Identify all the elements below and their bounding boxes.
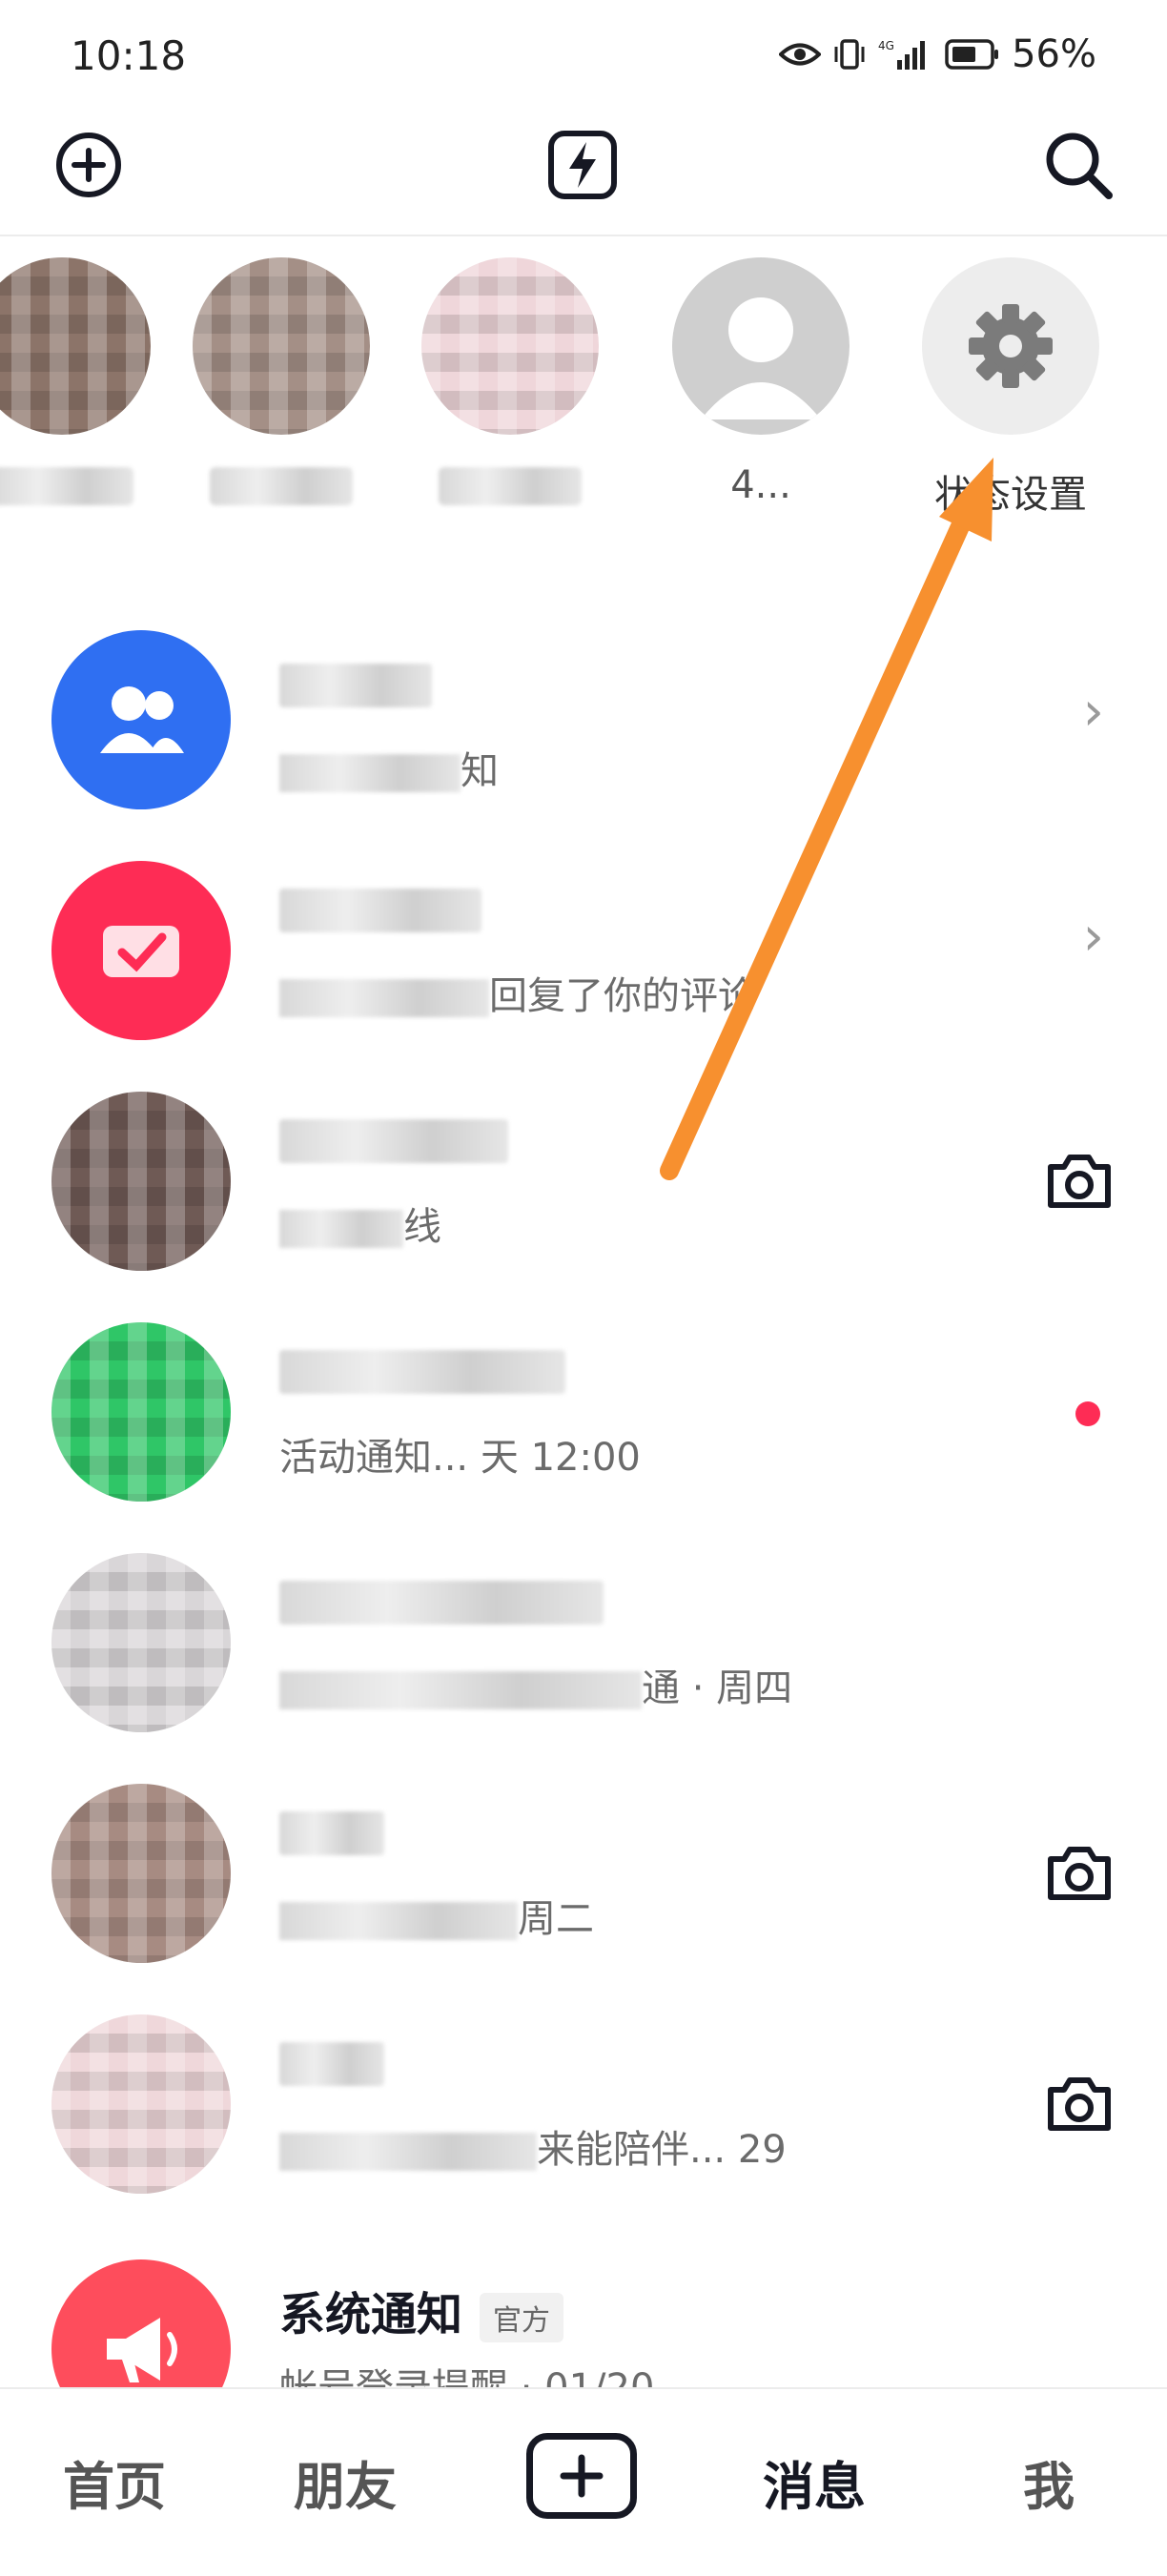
annotation-arrow: [660, 458, 993, 1180]
nav-friends[interactable]: 朋友: [294, 2444, 397, 2520]
create-button[interactable]: [526, 2433, 637, 2519]
nav-me[interactable]: 我: [1023, 2444, 1075, 2520]
plus-icon: [560, 2454, 604, 2498]
nav-home[interactable]: 首页: [63, 2444, 166, 2520]
nav-messages[interactable]: 消息: [763, 2444, 866, 2520]
bottom-nav: 首页 朋友 消息 我: [0, 2387, 1167, 2576]
